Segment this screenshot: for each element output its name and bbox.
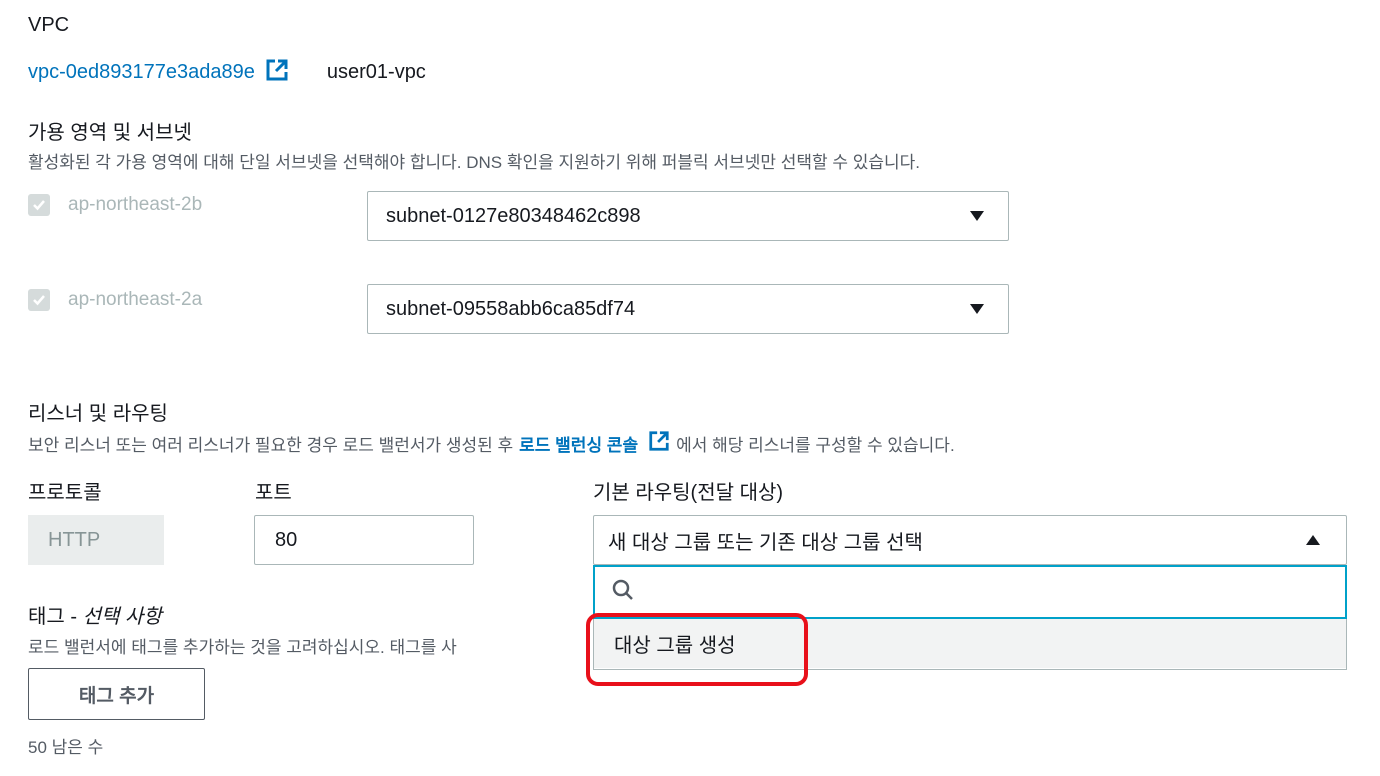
checkbox-icon[interactable] <box>28 194 50 216</box>
external-link-icon[interactable] <box>648 430 670 457</box>
az-checkbox-row-1: ap-northeast-2b <box>28 194 202 216</box>
tags-section-title: 태그 - 선택 사항 <box>28 600 162 629</box>
subnet-select-value: subnet-09558abb6ca85df74 <box>386 297 636 320</box>
tags-title-optional: 선택 사항 <box>82 606 162 628</box>
caret-down-icon <box>970 211 984 221</box>
search-icon <box>611 578 635 607</box>
az-name: ap-northeast-2b <box>68 194 203 215</box>
load-balancing-console-link[interactable]: 로드 밸런싱 콘솔 <box>519 431 638 456</box>
vpc-label: VPC <box>28 14 70 36</box>
protocol-label: 프로토콜 <box>28 482 102 504</box>
checkbox-icon[interactable] <box>28 289 50 311</box>
port-label: 포트 <box>255 482 292 504</box>
vpc-id-link[interactable]: vpc-0ed893177e3ada89e <box>28 61 255 84</box>
listener-section-title: 리스너 및 라우팅 <box>28 403 168 425</box>
protocol-field: HTTP <box>28 515 164 565</box>
routing-label: 기본 라우팅(전달 대상) <box>593 482 784 504</box>
routing-select[interactable]: 새 대상 그룹 또는 기존 대상 그룹 선택 <box>593 515 1347 565</box>
tags-section-description: 로드 밸런서에 태그를 추가하는 것을 고려하십시오. 태그를 사 <box>28 638 457 657</box>
routing-select-placeholder: 새 대상 그룹 또는 기존 대상 그룹 선택 <box>608 531 923 554</box>
az-name: ap-northeast-2a <box>68 289 203 310</box>
caret-up-icon <box>1306 535 1320 545</box>
tags-remaining-count: 50 남은 수 <box>28 738 104 757</box>
az-checkbox-row-2: ap-northeast-2a <box>28 289 202 311</box>
external-link-icon[interactable] <box>265 58 289 87</box>
caret-down-icon <box>970 304 984 314</box>
vpc-name: user01-vpc <box>326 61 426 83</box>
dropdown-search-input[interactable] <box>593 565 1347 619</box>
subnet-select-value: subnet-0127e80348462c898 <box>386 204 641 227</box>
port-input[interactable]: 80 <box>254 515 474 565</box>
listener-desc-text: 보안 리스너 또는 여러 리스너가 필요한 경우 로드 밸런서가 생성된 후 <box>28 436 514 455</box>
highlight-box <box>586 613 808 686</box>
listener-section-description: 보안 리스너 또는 여러 리스너가 필요한 경우 로드 밸런서가 생성된 후 로… <box>28 430 955 457</box>
tags-title-prefix: 태그 - <box>28 606 83 628</box>
az-section-title: 가용 영역 및 서브넷 <box>28 122 192 144</box>
listener-desc-text-after: 에서 해당 리스너를 구성할 수 있습니다. <box>676 436 955 455</box>
az-section-description: 활성화된 각 가용 영역에 대해 단일 서브넷을 선택해야 합니다. DNS 확… <box>28 153 920 172</box>
subnet-select-1[interactable]: subnet-0127e80348462c898 <box>367 191 1009 241</box>
subnet-select-2[interactable]: subnet-09558abb6ca85df74 <box>367 284 1009 334</box>
vpc-row: vpc-0ed893177e3ada89e user01-vpc <box>28 58 426 87</box>
add-tag-button[interactable]: 태그 추가 <box>28 668 205 720</box>
